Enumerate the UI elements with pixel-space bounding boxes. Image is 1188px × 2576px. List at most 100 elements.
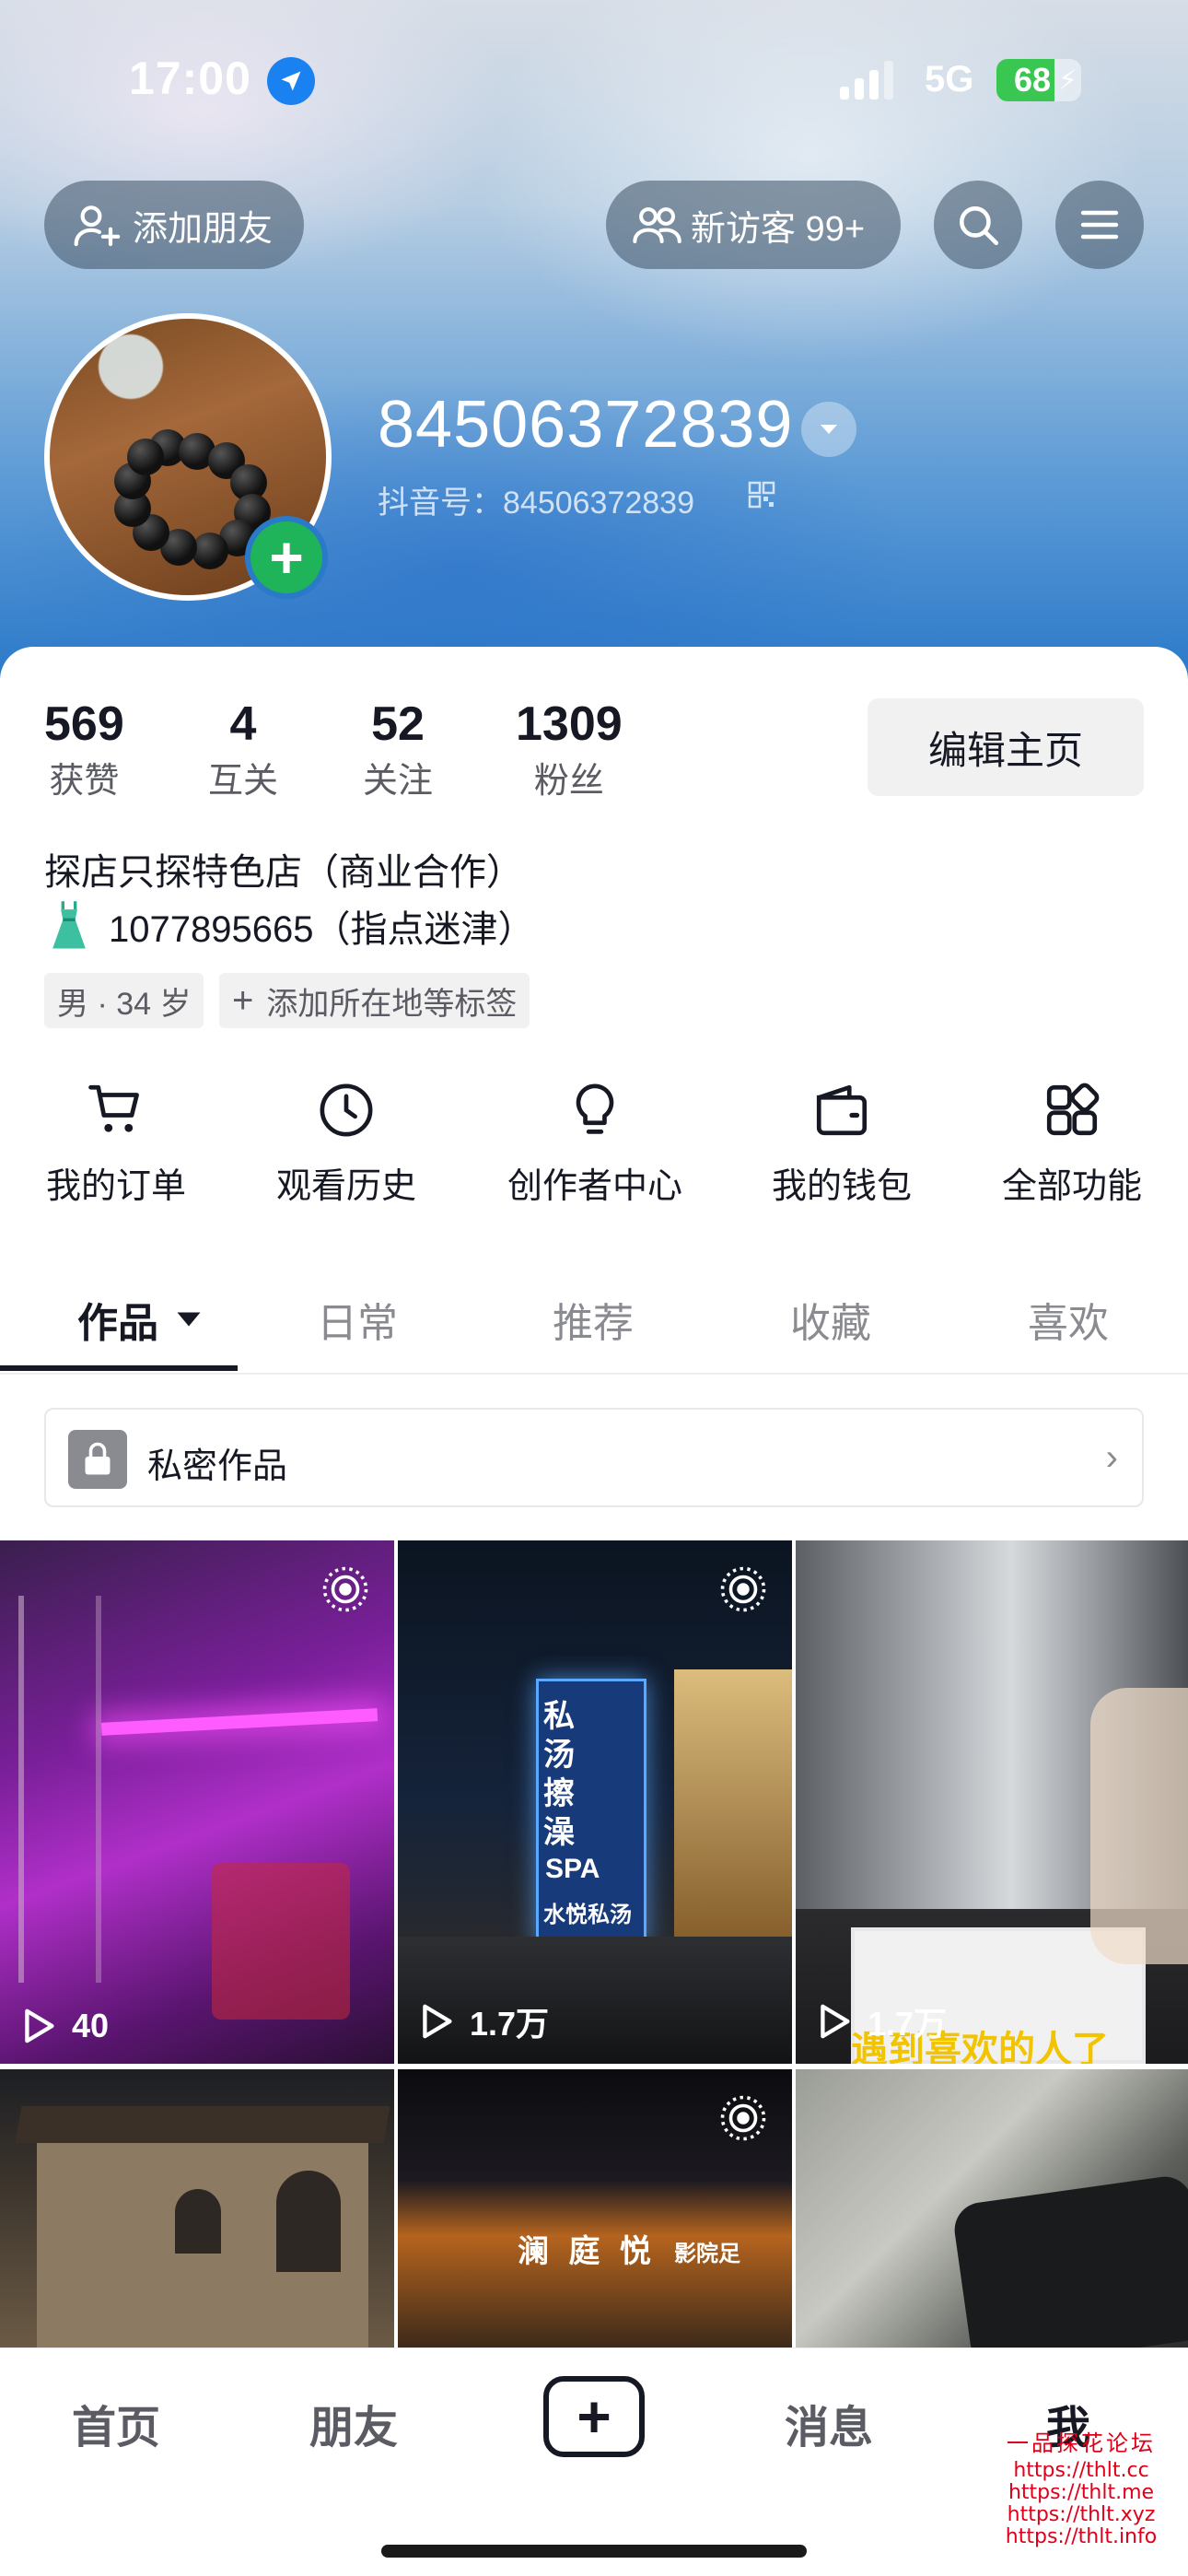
video-thumbnail[interactable]: [0, 2069, 394, 2348]
function-label: 我的钱包: [771, 1167, 912, 1206]
private-works-button[interactable]: 私密作品 ›: [44, 1408, 1144, 1507]
create-post-button[interactable]: +: [543, 2376, 645, 2457]
nav-friends[interactable]: 朋友: [309, 2391, 398, 2455]
account-switch-button[interactable]: [801, 402, 856, 457]
private-works-label: 私密作品: [147, 1447, 288, 1486]
video-thumbnail[interactable]: 40: [0, 1540, 394, 2064]
view-count-value: 40: [72, 2007, 110, 2044]
video-thumbnail[interactable]: 私汤擦澡 SPA 水悦私汤 1.7万: [398, 1540, 792, 2064]
nav-messages[interactable]: 消息: [785, 2391, 873, 2455]
play-icon: [423, 2004, 452, 2039]
add-tag-label: 添加所在地等标签: [266, 986, 518, 1022]
watermark-link: https://thlt.me: [1007, 2481, 1155, 2504]
avatar-add-button[interactable]: +: [245, 516, 328, 599]
stat-value: 1309: [516, 697, 623, 751]
all-functions-button[interactable]: 全部功能: [980, 1080, 1164, 1208]
edit-profile-button[interactable]: 编辑主页: [868, 698, 1144, 796]
shop-sign-text: 私汤擦澡: [543, 1699, 575, 1850]
video-thumbnail[interactable]: [796, 2069, 1188, 2348]
tab-works[interactable]: 作品: [77, 1290, 203, 1349]
nav-home[interactable]: 首页: [72, 2391, 160, 2455]
watch-history-button[interactable]: 观看历史: [254, 1080, 438, 1208]
tab-favorites[interactable]: 收藏: [790, 1290, 871, 1349]
watermark-title: 一品探花论坛: [1007, 2430, 1156, 2456]
wallet-icon: [816, 1084, 868, 1136]
view-count-value: 1.7万: [868, 2005, 948, 2043]
qr-code-icon[interactable]: [748, 481, 775, 509]
stat-value: 4: [229, 697, 257, 751]
status-time: 17:00: [129, 53, 251, 104]
grid-icon: [1046, 1083, 1100, 1136]
bulb-icon: [576, 1083, 614, 1134]
lock-icon: [68, 1430, 127, 1489]
search-icon: [960, 206, 999, 246]
view-count: 1.7万: [818, 1997, 947, 2045]
function-label: 创作者中心: [507, 1167, 682, 1206]
stat-label: 互关: [208, 762, 279, 801]
signal-icon: [840, 61, 893, 100]
cart-icon: [88, 1084, 139, 1132]
view-count: 40: [22, 2007, 109, 2045]
add-friend-label: 添加朋友: [133, 209, 274, 249]
live-photo-icon: [322, 1566, 368, 1612]
plus-icon: +: [269, 524, 304, 591]
view-count: 1.7万: [420, 1997, 549, 2045]
tab-label: 作品: [77, 1301, 158, 1346]
add-friend-icon: [74, 205, 121, 247]
bio-line-2: 1077895665（指点迷津）: [44, 899, 534, 953]
battery-indicator: 68 ⚡: [996, 59, 1081, 101]
bio-contact: 1077895665（指点迷津）: [109, 909, 535, 950]
caret-down-icon: [821, 425, 837, 434]
charging-bolt-icon: ⚡: [1057, 65, 1077, 96]
chevron-right-icon: ›: [1105, 1437, 1118, 1478]
caret-down-icon: [177, 1312, 201, 1327]
video-thumbnail[interactable]: 遇到喜欢的人了 1.7万: [796, 1540, 1188, 2064]
active-tab-indicator: [0, 1365, 238, 1371]
creator-center-button[interactable]: 创作者中心: [503, 1080, 687, 1208]
menu-button[interactable]: [1055, 181, 1144, 269]
watermark: 一品探花论坛 https://thlt.cc https://thlt.me h…: [974, 2432, 1188, 2548]
add-location-tag-button[interactable]: + 添加所在地等标签: [219, 973, 530, 1028]
home-indicator: [381, 2545, 807, 2558]
watermark-link: https://thlt.cc: [1013, 2459, 1149, 2482]
new-visitors-label: 新访客 99+: [691, 209, 866, 249]
stat-label: 获赞: [49, 762, 120, 801]
watermark-link: https://thlt.info: [1005, 2525, 1158, 2548]
tab-recommend[interactable]: 推荐: [553, 1290, 634, 1349]
function-label: 我的订单: [45, 1167, 186, 1206]
function-label: 观看历史: [275, 1167, 416, 1206]
search-button[interactable]: [934, 181, 1022, 269]
douyin-id: 抖音号：84506372839: [378, 486, 695, 521]
play-icon: [25, 2008, 54, 2043]
stat-following[interactable]: 52 关注: [363, 695, 433, 809]
shop-sign-text-3: 水悦私汤: [543, 1903, 632, 1927]
video-thumbnail[interactable]: 澜 庭 悦 影院足: [398, 2069, 792, 2348]
stat-label: 粉丝: [533, 762, 604, 801]
stat-likes[interactable]: 569 获赞: [44, 695, 124, 809]
shop-sign-text-2: SPA: [545, 1854, 600, 1884]
shop-sign-text-2: 影院足: [674, 2242, 740, 2266]
live-photo-icon: [720, 2095, 766, 2141]
hamburger-menu-icon: [1080, 210, 1119, 240]
visitors-icon: [633, 207, 681, 244]
tab-likes[interactable]: 喜欢: [1028, 1290, 1109, 1349]
bio-line-1: 探店只探特色店（商业合作）: [44, 852, 523, 893]
watermark-link: https://thlt.xyz: [1007, 2503, 1156, 2526]
username: 84506372839: [378, 388, 794, 462]
stat-mutual[interactable]: 4 互关: [208, 695, 278, 809]
new-visitors-button[interactable]: 新访客 99+: [606, 181, 901, 269]
tab-daily[interactable]: 日常: [317, 1290, 398, 1349]
stat-label: 关注: [363, 762, 434, 801]
plus-icon: +: [577, 2383, 611, 2450]
my-orders-button[interactable]: 我的订单: [24, 1080, 208, 1208]
plus-icon: +: [232, 979, 254, 1021]
network-type: 5G: [925, 59, 974, 100]
my-wallet-button[interactable]: 我的钱包: [750, 1080, 934, 1208]
function-label: 全部功能: [1001, 1167, 1142, 1206]
stat-followers[interactable]: 1309 粉丝: [516, 695, 623, 809]
stat-value: 569: [44, 697, 124, 751]
location-arrow-icon: [267, 57, 315, 105]
add-friend-button[interactable]: 添加朋友: [44, 181, 304, 269]
dress-icon: [52, 901, 86, 949]
play-icon: [821, 2004, 850, 2039]
